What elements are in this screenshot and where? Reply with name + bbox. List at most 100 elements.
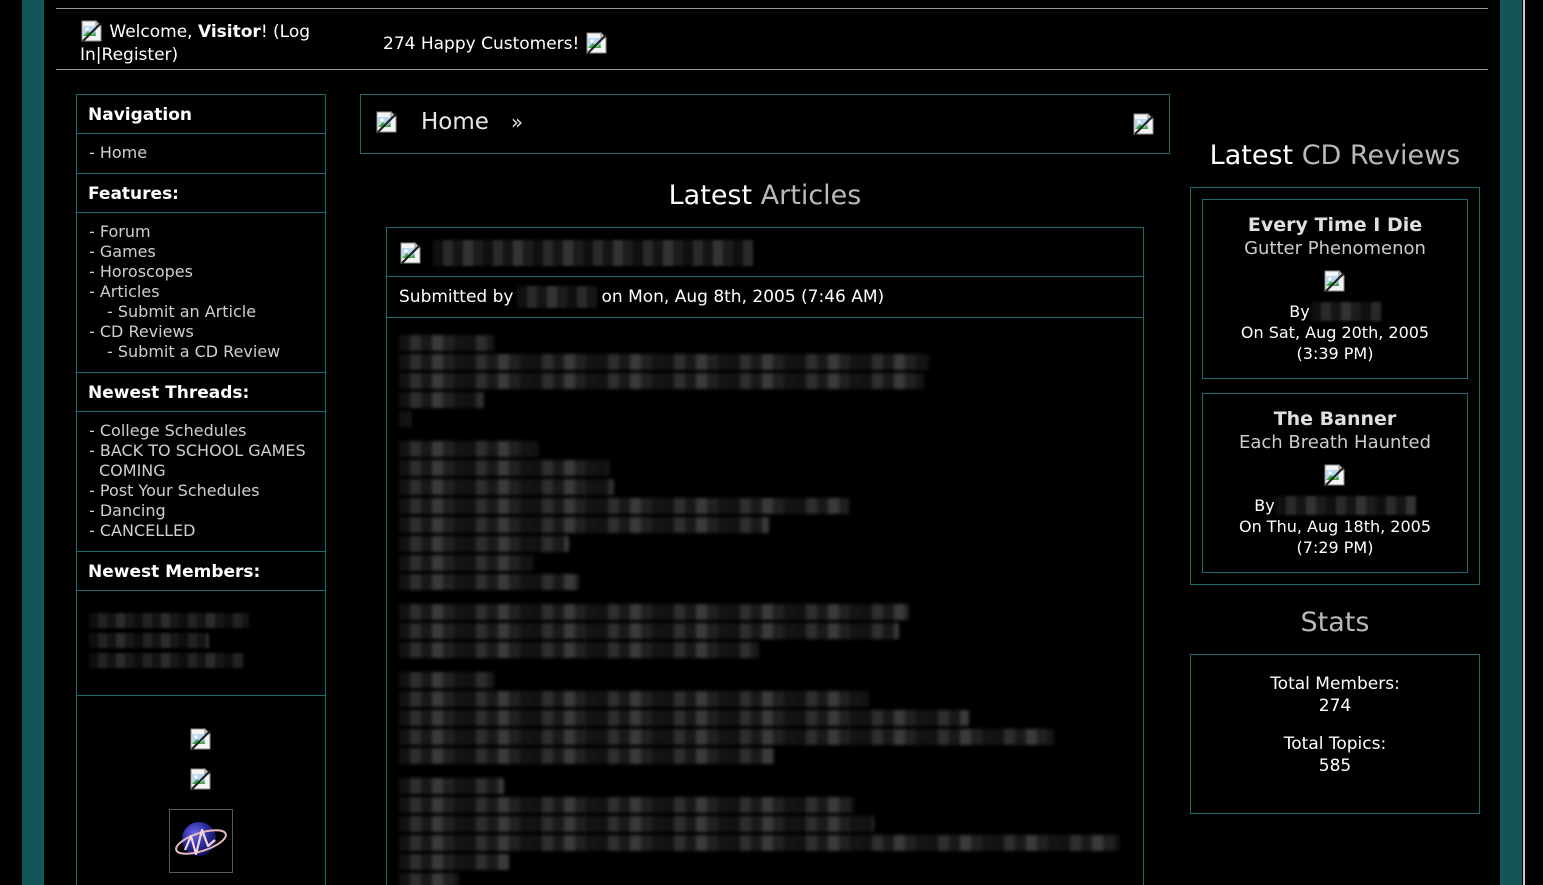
breadcrumb-home-link[interactable]: Home — [421, 109, 489, 135]
article-card: Submitted by on Mon, Aug 8th, 2005 (7:46… — [386, 227, 1144, 885]
sidebar-item-label: Games — [99, 242, 156, 261]
heading-rest: Articles — [752, 180, 862, 211]
thread-item-label: CANCELLED — [99, 521, 196, 540]
sidebar-item-prefix: - — [89, 222, 100, 241]
sidebar-item-submit-an-article[interactable]: - Submit an Article — [77, 302, 325, 322]
member-name-redacted — [89, 613, 249, 628]
sidebar-item-label: Forum — [99, 222, 151, 241]
member-name-redacted — [89, 633, 209, 648]
thread-item-back-to-school-games-coming[interactable]: - BACK TO SCHOOL GAMES COMING — [77, 441, 325, 481]
navigation-title: Navigation — [77, 95, 325, 134]
thread-item-post-your-schedules[interactable]: - Post Your Schedules — [77, 481, 325, 501]
sidebar-item-label: Submit a CD Review — [117, 342, 281, 361]
heading-rest: CD Reviews — [1293, 140, 1461, 171]
welcome-end: ) — [171, 45, 179, 65]
member-name-redacted — [89, 653, 244, 668]
sidebar-item-label: Home — [99, 143, 148, 162]
thread-item-label: BACK TO SCHOOL GAMES COMING — [99, 441, 306, 480]
heading-strong: Latest — [1209, 140, 1294, 171]
sidebar-item-prefix: - — [107, 302, 118, 321]
broken-image-icon — [585, 31, 609, 55]
newest-threads-title: Newest Threads: — [77, 373, 325, 412]
thread-item-prefix: - — [89, 501, 100, 520]
cd-review-time: (7:29 PM) — [1296, 538, 1374, 557]
sidebar-item-prefix: - — [89, 143, 100, 162]
article-author-redacted — [517, 286, 598, 308]
welcome-message: Welcome, Visitor! (Log In|Register) — [80, 19, 330, 67]
cd-review-byline: By — [1211, 495, 1459, 516]
sidebar-right: Latest CD Reviews Every Time I Die Gutte… — [1190, 94, 1480, 814]
broken-image-icon — [189, 767, 213, 791]
cd-review-album: Gutter Phenomenon — [1244, 238, 1426, 259]
features-items: - Forum - Games - Horoscopes - Articles — [77, 213, 325, 373]
welcome-username: Visitor — [197, 22, 261, 42]
main-layout: Navigation - Home Features: - Forum - Ga… — [44, 80, 1500, 885]
sidebar-item-games[interactable]: - Games — [77, 242, 325, 262]
sidebar-item-horoscopes[interactable]: - Horoscopes — [77, 262, 325, 282]
cd-review-by-label: By — [1289, 302, 1310, 321]
thread-item-cancelled[interactable]: - CANCELLED — [77, 521, 325, 541]
article-paragraph — [399, 604, 1133, 658]
content-frame: Welcome, Visitor! (Log In|Register) 274 … — [44, 0, 1500, 885]
broken-image-icon — [375, 110, 399, 134]
register-link[interactable]: Register — [102, 45, 172, 65]
happy-customers-counter: 274 Happy Customers! — [383, 31, 609, 55]
sidebar-left: Navigation - Home Features: - Forum - Ga… — [76, 94, 326, 885]
cd-review-date: On Thu, Aug 18th, 2005 — [1238, 517, 1432, 536]
article-paragraph — [399, 778, 1133, 885]
article-title-row[interactable] — [387, 228, 1143, 277]
thread-item-prefix: - — [89, 521, 100, 540]
chevron-right-icon: » — [510, 110, 524, 134]
article-body-redacted — [387, 318, 1143, 885]
sidebar-item-label: CD Reviews — [99, 322, 194, 341]
article-submitted-line: Submitted by on Mon, Aug 8th, 2005 (7:46… — [387, 277, 1143, 318]
thread-item-prefix: - — [89, 481, 100, 500]
cd-review-date: On Sat, Aug 20th, 2005 — [1240, 323, 1430, 342]
thread-item-dancing[interactable]: - Dancing — [77, 501, 325, 521]
thread-item-college-schedules[interactable]: - College Schedules — [77, 421, 325, 441]
page-root: Welcome, Visitor! (Log In|Register) 274 … — [0, 0, 1543, 885]
cd-reviews-panel: Every Time I Die Gutter Phenomenon By On… — [1190, 187, 1480, 585]
happy-customers-text: 274 Happy Customers! — [383, 34, 580, 54]
cd-review-by-label: By — [1254, 496, 1275, 515]
frame-hairline-right — [1523, 0, 1525, 885]
thread-item-prefix: - — [89, 441, 100, 460]
sidebar-item-label: Horoscopes — [99, 262, 193, 281]
cd-review-artist: The Banner — [1273, 408, 1397, 430]
welcome-suffix: ! ( — [260, 22, 280, 42]
stat-label-total-members: Total Members: — [1270, 674, 1400, 694]
broken-image-icon — [80, 19, 104, 43]
cd-review-album: Each Breath Haunted — [1238, 432, 1431, 453]
newest-threads-items: - College Schedules - BACK TO SCHOOL GAM… — [77, 412, 325, 552]
cd-review-card[interactable]: The Banner Each Breath Haunted By On Thu… — [1202, 393, 1468, 573]
sidebar-item-forum[interactable]: - Forum — [77, 222, 325, 242]
features-title: Features: — [77, 174, 325, 213]
sidebar-item-label: Articles — [99, 282, 160, 301]
sidebar-item-articles[interactable]: - Articles — [77, 282, 325, 302]
submitted-prefix: Submitted by — [399, 287, 514, 307]
article-paragraph — [399, 335, 1133, 427]
cd-review-time: (3:39 PM) — [1296, 344, 1374, 363]
broken-image-icon — [1323, 463, 1347, 487]
frame-stripe-left — [22, 0, 44, 885]
stat-value-total-topics: 585 — [1318, 756, 1352, 776]
cd-review-byline: By — [1211, 301, 1459, 322]
cd-review-author-redacted — [1275, 496, 1416, 515]
frame-stripe-right — [1500, 0, 1522, 885]
thread-item-prefix: - — [89, 421, 100, 440]
sidebar-item-submit-a-cd-review[interactable]: - Submit a CD Review — [77, 342, 325, 362]
planet-logo-icon[interactable] — [169, 809, 233, 873]
sidebar-item-cd-reviews[interactable]: - CD Reviews — [77, 322, 325, 342]
article-paragraph — [399, 441, 1133, 590]
sidebar-footer-icons — [77, 696, 325, 885]
sidebar-item-label: Submit an Article — [117, 302, 257, 321]
welcome-prefix: Welcome, — [109, 22, 198, 42]
latest-articles-heading: Latest Articles — [360, 180, 1170, 211]
newest-members-redacted — [77, 600, 325, 685]
newest-members-list — [77, 591, 325, 696]
sidebar-item-home[interactable]: - Home — [77, 143, 325, 163]
latest-cd-reviews-heading: Latest CD Reviews — [1190, 140, 1480, 171]
sidebar-item-prefix: - — [107, 342, 118, 361]
cd-review-card[interactable]: Every Time I Die Gutter Phenomenon By On… — [1202, 199, 1468, 379]
main-content: Home » Latest Articles Submitted by on M… — [360, 94, 1170, 885]
